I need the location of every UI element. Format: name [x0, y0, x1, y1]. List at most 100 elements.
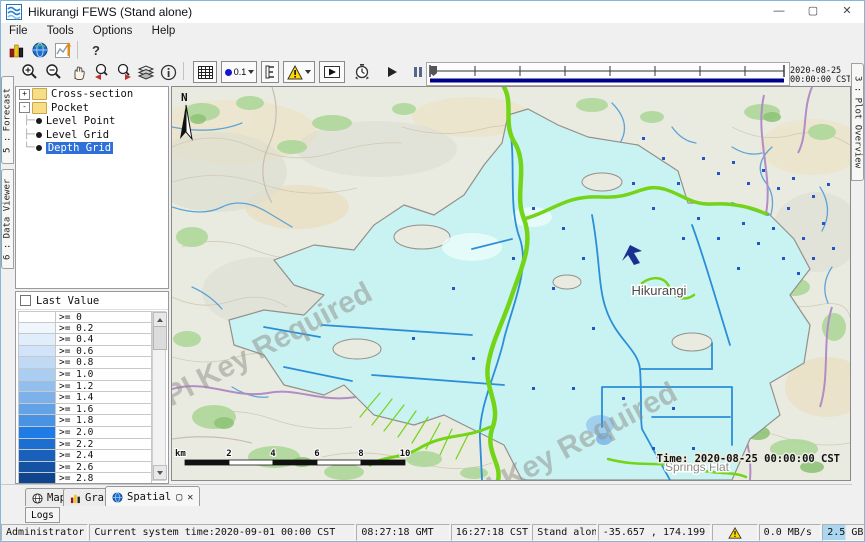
checkbox-label: Last Value	[36, 295, 99, 307]
bullet-icon	[36, 145, 42, 151]
tree-item-pocket[interactable]: - Pocket	[16, 102, 168, 115]
zoom-in-icon[interactable]	[19, 61, 41, 83]
menu-help[interactable]: Help	[144, 23, 184, 39]
tree-connector: ├─	[24, 130, 35, 140]
expand-icon[interactable]: +	[19, 89, 30, 100]
status-user: Administrator	[1, 524, 88, 541]
bar-chart-icon	[70, 493, 81, 504]
legend-row: >= 1.8	[18, 415, 152, 427]
timeseries-chart-icon[interactable]	[53, 39, 75, 61]
legend-row: >= 0.4	[18, 334, 152, 346]
legend-row: >= 0.8	[18, 357, 152, 369]
tree-item-label: Cross-section	[51, 88, 133, 100]
zoom-next-icon[interactable]	[113, 61, 135, 83]
legend-row: >= 1.0	[18, 369, 152, 381]
maximize-button[interactable]: ▢	[796, 1, 830, 22]
legend-panel: Last Value >= 0 >= 0.2 >= 0.4 >= 0.6 >= …	[15, 291, 169, 484]
legend-swatch	[19, 415, 56, 426]
legend-row: >= 1.4	[18, 392, 152, 404]
chevron-down-icon	[305, 70, 311, 74]
tab-forecast[interactable]: 5 : Forecast	[1, 76, 14, 164]
folder-icon	[32, 88, 47, 100]
status-mode: Stand alone	[532, 524, 597, 541]
tree-item-cross-section[interactable]: + Cross-section	[16, 88, 168, 101]
warnings-dropdown[interactable]	[283, 61, 315, 83]
legend-row: >= 2.6	[18, 462, 152, 474]
legend-scrollbar[interactable]	[152, 311, 166, 481]
zoom-previous-icon[interactable]	[91, 61, 113, 83]
status-memory: 2.5 GB	[822, 524, 865, 541]
map-canvas[interactable]: API Key Required API Key Required N km 2…	[172, 87, 850, 480]
tree-item-depth-grid[interactable]: └─ Depth Grid	[16, 142, 168, 155]
timeline-date-label: 2020-08-25 00:00:00 CST	[790, 67, 852, 85]
info-icon[interactable]	[157, 61, 179, 83]
tree-item-label: Pocket	[51, 102, 89, 114]
animation-player-button[interactable]	[319, 61, 345, 83]
checkbox-icon[interactable]	[20, 295, 31, 306]
tree-item-label: Level Grid	[46, 129, 109, 141]
globe-icon	[32, 493, 43, 504]
play-button[interactable]	[381, 61, 403, 83]
undock-tab-icon[interactable]: ▢	[176, 492, 182, 503]
legend-swatch	[19, 312, 56, 322]
status-network: 0.0 MB/s	[759, 524, 822, 541]
legend-row: >= 0.6	[18, 346, 152, 358]
globe-icon	[112, 492, 123, 503]
status-local-time: 16:27:18 CST	[451, 524, 531, 541]
status-gmt-time: 08:27:18 GMT	[356, 524, 449, 541]
svg-text:km: km	[175, 449, 186, 459]
time-slider[interactable]	[426, 62, 790, 86]
zoom-out-icon[interactable]	[43, 61, 65, 83]
status-coordinates: -35.657 , 174.199	[598, 524, 711, 541]
legend-swatch	[19, 346, 56, 357]
legend-swatch	[19, 404, 56, 415]
globe-icon[interactable]	[29, 39, 51, 61]
slider-handle[interactable]	[430, 66, 437, 76]
warning-icon	[728, 527, 742, 539]
tab-plot-overview[interactable]: 3 : Plot Overview	[851, 63, 864, 181]
last-value-checkbox[interactable]: Last Value	[16, 292, 168, 310]
app-icon	[6, 4, 22, 20]
help-icon[interactable]: ?	[85, 39, 107, 61]
menu-file[interactable]: File	[1, 23, 36, 39]
legend-row: >= 0	[18, 311, 152, 323]
legend-row: >= 1.2	[18, 381, 152, 393]
tab-spatial[interactable]: Spatial ▢ ✕	[105, 486, 200, 507]
scale-legend-button[interactable]	[261, 61, 279, 83]
folder-icon	[32, 102, 47, 114]
layers-icon[interactable]	[135, 61, 157, 83]
bullet-icon	[36, 118, 42, 124]
scroll-down-button[interactable]	[153, 465, 167, 480]
close-button[interactable]: ✕	[830, 1, 864, 22]
classbreaks-dropdown[interactable]: 0.1	[221, 61, 257, 83]
grid-display-button[interactable]	[193, 61, 217, 83]
legend-swatch	[19, 439, 56, 450]
toolbar-separator	[183, 62, 184, 80]
menu-tools[interactable]: Tools	[39, 23, 82, 39]
legend-swatch	[19, 334, 56, 345]
scroll-up-button[interactable]	[153, 312, 167, 327]
pan-hand-icon[interactable]	[67, 61, 89, 83]
animation-settings-icon[interactable]	[351, 61, 373, 83]
minimize-button[interactable]: —	[762, 1, 796, 22]
tree-item-level-grid[interactable]: ├─ Level Grid	[16, 129, 168, 142]
svg-text:8: 8	[358, 449, 363, 459]
menu-options[interactable]: Options	[85, 23, 141, 39]
status-warning[interactable]	[712, 524, 758, 541]
toolbar-separator	[77, 41, 78, 59]
database-icon[interactable]	[5, 39, 27, 61]
tab-data-viewer[interactable]: 6 : Data Viewer	[1, 169, 14, 269]
tree-item-level-point[interactable]: ├─ Level Point	[16, 115, 168, 128]
collapse-icon[interactable]: -	[19, 102, 30, 113]
logs-button[interactable]: Logs	[25, 507, 60, 523]
legend-row: >= 1.6	[18, 404, 152, 416]
tree-item-label: Level Point	[46, 115, 116, 127]
legend-swatch	[19, 392, 56, 403]
legend-swatch	[19, 462, 56, 473]
status-system-time: Current system time:2020-09-01 00:00 CST	[89, 524, 355, 541]
legend-table: >= 0 >= 0.2 >= 0.4 >= 0.6 >= 0.8 >= 1.0 …	[18, 311, 152, 484]
svg-text:4: 4	[270, 449, 276, 459]
scroll-thumb[interactable]	[153, 326, 167, 350]
close-tab-icon[interactable]: ✕	[187, 492, 193, 503]
legend-row: >= 2.0	[18, 427, 152, 439]
